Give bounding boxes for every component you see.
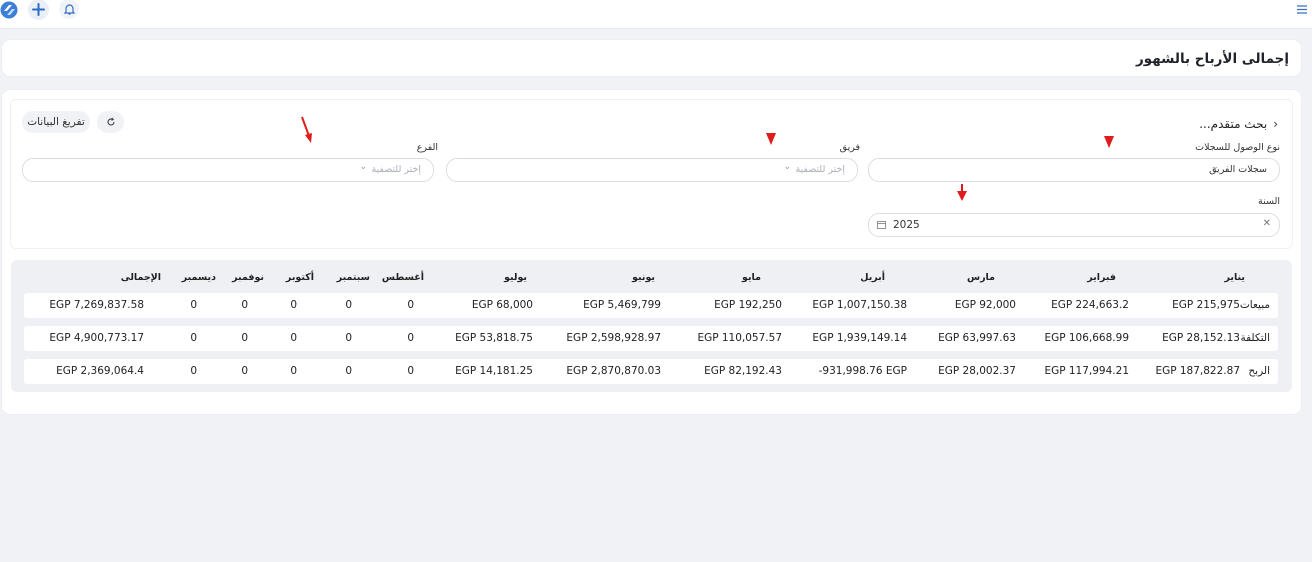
table-cell: EGP 1,939,149.14 [812,332,907,344]
annotation-arrow-icon [301,116,312,143]
branch-placeholder: إختر للتصفية [371,164,421,175]
column-header: مايو [742,272,761,283]
annotation-arrow-icon [766,133,776,145]
table-cell: EGP 187,822.87 [1155,365,1240,377]
table-cell: 0 [290,332,297,344]
column-header: الإجمالى [120,272,161,283]
access-type-select[interactable]: سجلات الفريق ⌄ [868,158,1280,182]
notifications-button[interactable] [59,0,79,19]
column-header: سبتمبر [336,272,370,283]
column-header: أبريل [860,272,885,283]
report-panel: ‹ بحث متقدم... تفريغ البيانات نوع الوصول… [2,90,1301,414]
column-header: فبراير [1087,272,1116,283]
table-cell: 0 [190,365,197,377]
row-label: التكلفة [1240,332,1270,344]
column-header: أكتوبر [285,272,314,283]
table-cell: 0 [407,365,414,377]
table-cell: EGP 2,598,928.97 [566,332,661,344]
page-header: إجمالى الأرباح بالشهور [2,40,1301,76]
table-cell: 0 [190,332,197,344]
table-cell: EGP 5,469,799 [583,299,661,311]
table-cell: 0 [407,299,414,311]
access-type-label: نوع الوصول للسجلات [1195,142,1280,153]
team-placeholder: إختر للتصفية [795,164,845,175]
page-title: إجمالى الأرباح بالشهور [1135,51,1289,67]
table-row: التكلفة EGP 28,152.13 EGP 106,668.99 EGP… [24,326,1278,351]
refresh-button[interactable] [97,111,124,133]
table-cell: EGP 192,250 [714,299,782,311]
column-header: ديسمبر [181,272,216,283]
row-label: مبيعات [1239,299,1270,311]
table-cell: EGP 82,192.43 [704,365,782,377]
table-cell: EGP 68,000 [471,299,533,311]
table-cell: EGP 1,007,150.38 [812,299,907,311]
refresh-icon [107,117,115,126]
table-cell: EGP 28,002.37 [938,365,1016,377]
table-cell: EGP 53,818.75 [455,332,533,344]
table-cell: EGP 110,057.57 [697,332,782,344]
bell-icon [63,4,75,15]
table-cell: EGP 2,369,064.4 [56,365,144,377]
table-cell: 0 [241,299,248,311]
clear-icon[interactable]: ✕ [1263,218,1271,229]
branch-select[interactable]: إختر للتصفية ⌄ [22,158,434,182]
table-cell: EGP 7,269,837.58 [49,299,144,311]
table-cell: 0 [290,299,297,311]
team-label: فريق [839,142,860,153]
row-label: الربح [1248,365,1270,377]
table-cell: EGP 106,668.99 [1044,332,1129,344]
table-cell: EGP 224,663.2 [1051,299,1129,311]
year-label: السنة [1258,196,1280,207]
chevron-down-icon: ⌄ [783,162,791,172]
annotation-arrow-icon [957,184,967,201]
table-cell: EGP 92,000 [954,299,1016,311]
table-cell: 0 [241,332,248,344]
column-header: مارس [966,272,995,283]
table-cell: 0 [241,365,248,377]
column-header: نوفمبر [232,272,264,283]
table-cell: EGP 4,900,773.17 [49,332,144,344]
filter-section: ‹ بحث متقدم... تفريغ البيانات نوع الوصول… [10,99,1293,249]
table-cell: 0 [345,332,352,344]
table-cell: EGP 63,997.63 [938,332,1016,344]
year-picker[interactable]: 2025 ✕ [868,213,1280,237]
logo-icon[interactable] [0,1,18,19]
table-cell: 0 [407,332,414,344]
annotation-arrow-icon [1104,136,1114,148]
table-cell: EGP 2,870,870.03 [566,365,661,377]
chevron-down-icon: ⌄ [359,162,367,172]
column-header: يونيو [632,272,655,283]
export-button[interactable]: تفريغ البيانات [22,111,90,133]
calendar-icon [877,221,886,229]
plus-icon [32,3,45,16]
table-cell: 0 [345,299,352,311]
table-cell: 0 [190,299,197,311]
table-row: مبيعات EGP 215,975 EGP 224,663.2 EGP 92,… [24,293,1278,318]
hamburger-icon[interactable] [1296,3,1308,15]
table-cell: EGP 117,994.21 [1044,365,1129,377]
column-header: يوليو [504,272,527,283]
advanced-search-label: بحث متقدم... [1199,117,1268,131]
table-cell: -931,998.76 EGP [818,365,907,377]
add-button[interactable] [28,0,49,20]
table-cell: 0 [345,365,352,377]
table-cell: 0 [290,365,297,377]
chevron-down-icon: ⌄ [1211,162,1219,172]
top-bar [0,0,1312,29]
profits-table: يناير فبراير مارس أبريل مايو يونيو يوليو… [11,260,1292,392]
chevron-left-icon: ‹ [1273,117,1278,131]
table-cell: EGP 14,181.25 [455,365,533,377]
team-select[interactable]: إختر للتصفية ⌄ [446,158,858,182]
year-value: 2025 [893,219,920,231]
column-header: يناير [1224,272,1246,283]
table-cell: EGP 215,975 [1172,299,1240,311]
column-header: أغسطس [381,272,424,283]
advanced-search-toggle[interactable]: ‹ بحث متقدم... [1199,117,1278,131]
branch-label: الفرع [416,142,438,153]
table-row: الربح EGP 187,822.87 EGP 117,994.21 EGP … [24,359,1278,384]
table-cell: EGP 28,152.13 [1162,332,1240,344]
